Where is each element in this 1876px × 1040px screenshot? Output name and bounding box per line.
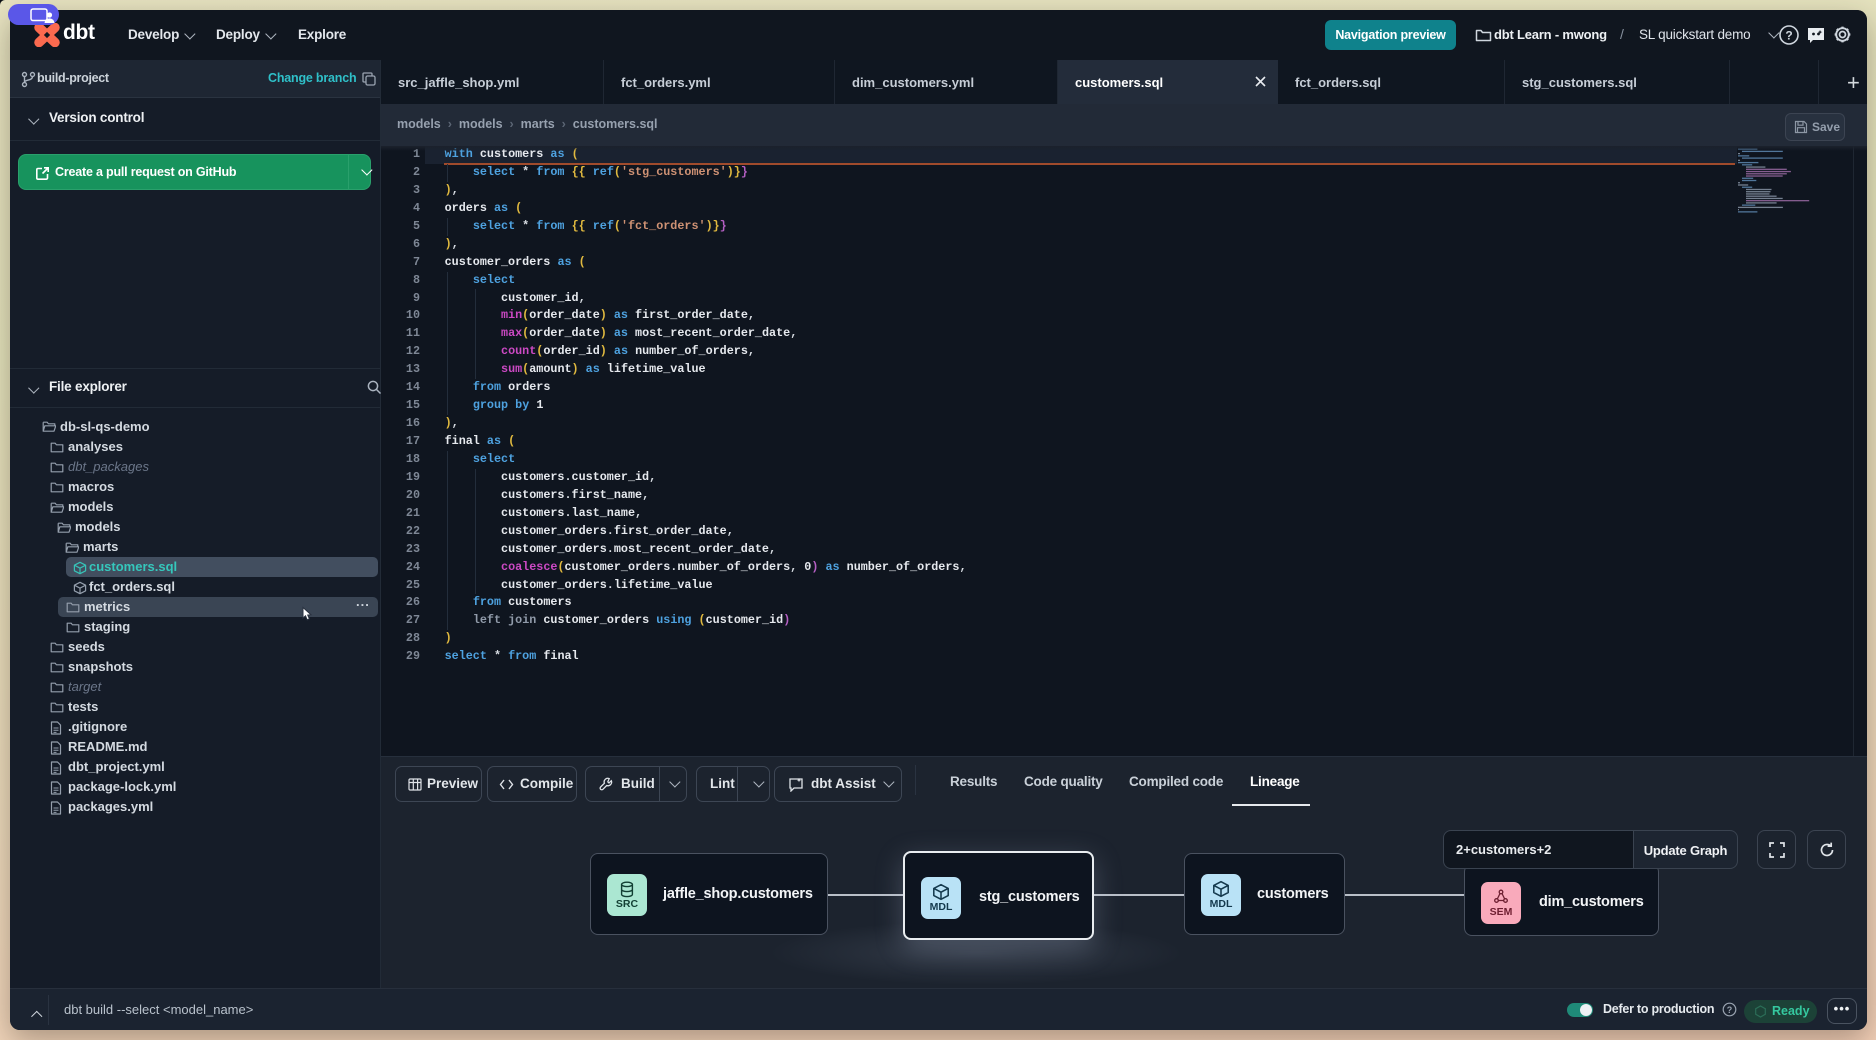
svg-text:?: ?	[1727, 1005, 1733, 1015]
svg-text:?: ?	[1785, 29, 1792, 43]
